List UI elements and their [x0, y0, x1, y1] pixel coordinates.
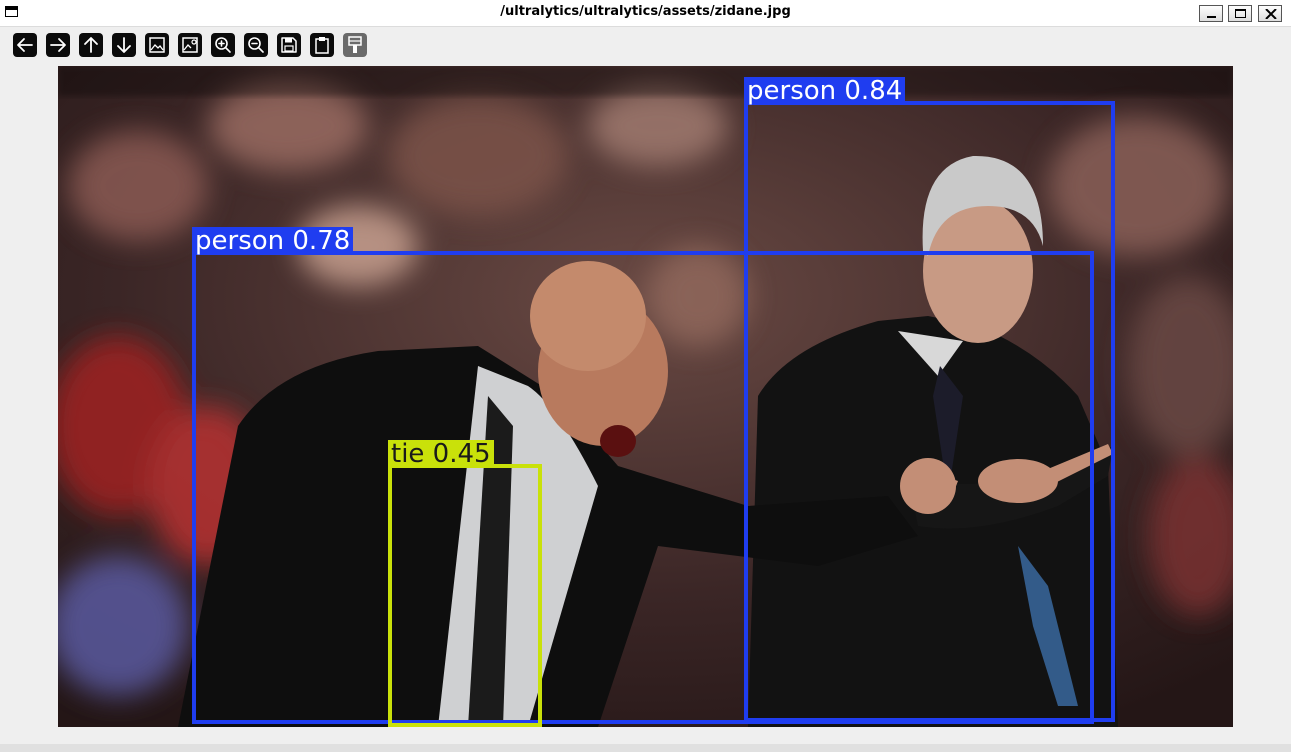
detection-box-tie — [388, 464, 542, 727]
zoom-in-button[interactable] — [211, 33, 235, 57]
down-icon — [117, 37, 131, 53]
bottom-edge — [0, 744, 1291, 752]
close-button[interactable] — [1258, 5, 1282, 22]
image-settings-icon — [182, 37, 198, 53]
image-icon — [149, 37, 165, 53]
toolbar — [0, 27, 1291, 65]
clipboard-icon — [315, 37, 329, 54]
up-icon — [84, 37, 98, 53]
zoom-in-icon — [215, 37, 231, 53]
forward-button[interactable] — [46, 33, 70, 57]
back-button[interactable] — [13, 33, 37, 57]
image-settings-button[interactable] — [178, 33, 202, 57]
maximize-button[interactable] — [1228, 5, 1252, 22]
detection-label-person: person 0.78 — [192, 227, 354, 255]
paint-brush-icon — [348, 36, 362, 53]
down-button[interactable] — [112, 33, 136, 57]
image-viewer-window: /ultralytics/ultralytics/assets/zidane.j… — [0, 0, 1291, 752]
window-title: /ultralytics/ultralytics/assets/zidane.j… — [500, 4, 791, 19]
detection-label-person: person 0.84 — [744, 77, 906, 105]
save-button[interactable] — [277, 33, 301, 57]
back-icon — [17, 38, 33, 52]
minimize-button[interactable] — [1199, 5, 1223, 22]
paint-brush-button[interactable] — [343, 33, 367, 57]
title-bar[interactable]: /ultralytics/ultralytics/assets/zidane.j… — [0, 0, 1291, 27]
image-button[interactable] — [145, 33, 169, 57]
forward-icon — [50, 38, 66, 52]
save-icon — [281, 37, 297, 53]
detection-label-tie: tie 0.45 — [388, 440, 494, 468]
up-button[interactable] — [79, 33, 103, 57]
zoom-out-icon — [248, 37, 264, 53]
close-icon — [1265, 9, 1277, 19]
clipboard-button[interactable] — [310, 33, 334, 57]
detection-box-person — [192, 251, 1094, 724]
image-canvas[interactable]: person 0.84 person 0.78 tie 0.45 — [58, 66, 1233, 727]
zoom-out-button[interactable] — [244, 33, 268, 57]
